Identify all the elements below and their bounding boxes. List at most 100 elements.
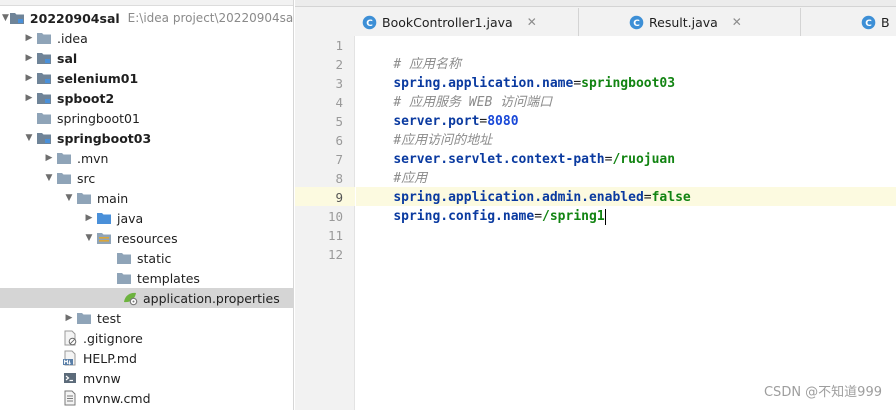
tree-item-label: application.properties [143,290,280,306]
tree-item-mvnw-cmd[interactable]: mvnw.cmd [0,388,293,408]
tree-root-row[interactable]: ▼ 20220904sal E:\idea project\20220904sa… [0,8,293,28]
line-number: 3 [335,76,343,91]
code-line-2[interactable]: spring.application.name=springboot03 [362,55,675,91]
chevron-right-icon[interactable]: ▶ [22,28,36,48]
line-number: 4 [335,95,343,110]
gitignore-file-icon [62,330,78,346]
tree-item-help-md[interactable]: HELP.md [0,348,293,368]
tree-item-label: spboot2 [57,90,115,106]
tree-item-label: springboot01 [57,110,140,126]
line-number: 6 [335,133,343,148]
tab-bar-top-strip [295,0,896,7]
line-number-gutter: 1 2 3 4 5 6 7 8 9 10 11 12 [295,36,355,410]
tree-item-label: .mvn [77,150,109,166]
tree-item-label: selenium01 [57,70,139,86]
tree-item-java[interactable]: ▶ java [0,208,293,228]
svg-text:C: C [366,19,373,29]
tree-item-resources[interactable]: ▼ resources [0,228,293,248]
svg-text:C: C [633,19,640,29]
tree-item-spboot2[interactable]: ▶ spboot2 [0,88,293,108]
line-number: 8 [335,171,343,186]
code-line-1[interactable]: # 应用名称 [362,36,461,72]
tab-bookcontroller1[interactable]: C BookController1.java ✕ [295,8,579,36]
tree-item-selenium01[interactable]: ▶ selenium01 [0,68,293,88]
tree-item-src[interactable]: ▼ src [0,168,293,188]
tab-label: Result.java [649,14,718,30]
tree-item-label: .idea [57,30,88,46]
property-value: false [651,190,691,205]
tree-item-templates[interactable]: templates [0,268,293,288]
tree-item-label: templates [137,270,200,286]
no-arrow-spacer [48,348,62,368]
chevron-right-icon[interactable]: ▶ [22,88,36,108]
folder-icon [76,310,92,326]
tree-item-label: resources [117,230,178,246]
close-icon[interactable]: ✕ [732,15,742,29]
code-line-9[interactable]: spring.config.name=/spring1 [362,188,606,225]
property-value: /ruojuan [612,152,676,167]
tree-item-label: springboot03 [57,130,152,146]
tree-item-sal[interactable]: ▶ sal [0,48,293,68]
code-line-3[interactable]: # 应用服务 WEB 访问端口 [362,74,552,110]
tree-item-static[interactable]: static [0,248,293,268]
chevron-down-icon[interactable]: ▼ [22,128,36,148]
text-file-icon [62,390,78,406]
chevron-down-icon[interactable]: ▼ [82,228,96,248]
line-number-current: 9 [335,190,343,205]
chevron-right-icon[interactable]: ▶ [62,308,76,328]
chevron-right-icon[interactable]: ▶ [42,148,56,168]
module-folder-icon [36,130,52,146]
tree-item-test[interactable]: ▶ test [0,308,293,328]
resources-folder-icon [96,230,112,246]
tab-b[interactable]: C B [801,8,896,36]
tree-item-label: .gitignore [83,330,143,346]
property-key: spring.config.name [393,209,535,224]
line-number: 11 [327,228,343,243]
chevron-right-icon[interactable]: ▶ [82,208,96,228]
tree-item-application-properties[interactable]: application.properties [0,288,293,308]
tree-item-gitignore[interactable]: .gitignore [0,328,293,348]
no-arrow-spacer [102,248,116,268]
tree-item-idea[interactable]: ▶ .idea [0,28,293,48]
no-arrow-spacer [48,368,62,388]
tree-item-springboot03[interactable]: ▼ springboot03 [0,128,293,148]
chevron-down-icon[interactable]: ▼ [42,168,56,188]
code-line-6[interactable]: server.servlet.context-path=/ruojuan [362,131,675,167]
project-tree-panel: ▼ 20220904sal E:\idea project\20220904sa… [0,0,294,410]
chevron-right-icon[interactable]: ▶ [22,48,36,68]
folder-icon [36,110,52,126]
tree-item-mvn[interactable]: ▶ .mvn [0,148,293,168]
tab-result[interactable]: C Result.java ✕ [579,8,801,36]
equals-sign: = [534,209,543,224]
module-folder-icon [36,90,52,106]
folder-icon [56,150,72,166]
module-folder-icon [9,10,25,26]
tree-item-mvnw[interactable]: mvnw [0,368,293,388]
chevron-down-icon[interactable]: ▼ [62,188,76,208]
property-value: /spring1 [542,209,605,224]
code-line-4[interactable]: server.port=8080 [362,93,518,129]
code-line-5[interactable]: #应用访问的地址 [362,112,492,148]
no-arrow-spacer [22,108,36,128]
tree-item-label: HELP.md [83,350,137,366]
line-number: 1 [335,38,343,53]
tree-top-strip [0,0,293,6]
tree-item-label: static [137,250,172,266]
tab-label: BookController1.java [382,14,513,30]
java-class-icon: C [361,14,377,30]
chevron-right-icon[interactable]: ▶ [22,68,36,88]
line-number: 2 [335,57,343,72]
code-line-8[interactable]: spring.application.admin.enabled=false [362,169,690,205]
line-number: 10 [327,209,343,224]
tree-item-springboot01[interactable]: springboot01 [0,108,293,128]
tree-item-label: main [97,190,129,206]
folder-icon [116,250,132,266]
chevron-down-icon[interactable]: ▼ [2,8,9,28]
code-line-7[interactable]: #应用 [362,150,427,186]
module-folder-icon [36,70,52,86]
tree-item-main[interactable]: ▼ main [0,188,293,208]
code-editor[interactable]: 1 2 3 4 5 6 7 8 9 10 11 12 # 应用名称 spring… [295,36,896,410]
source-folder-icon [96,210,112,226]
close-icon[interactable]: ✕ [527,15,537,29]
editor-tab-bar: C BookController1.java ✕ C Result.java ✕… [295,0,896,36]
